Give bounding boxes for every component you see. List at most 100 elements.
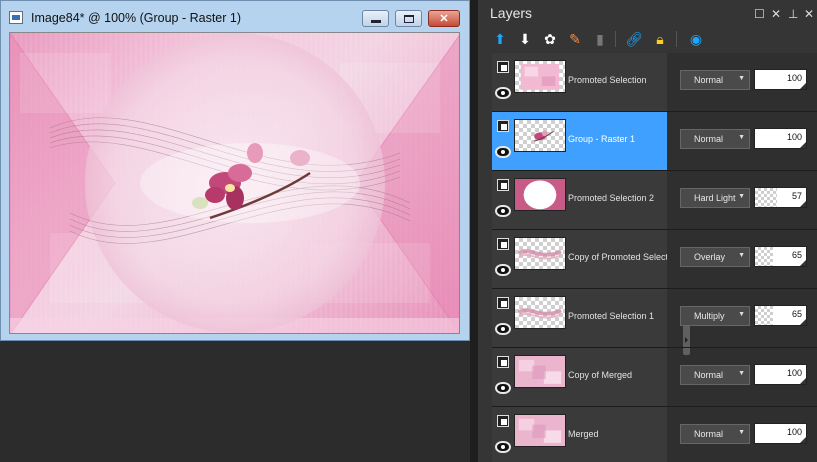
blend-mode-select[interactable]: Normal ▼ [680,424,750,444]
blend-mode-value: Overlay [694,252,726,262]
blend-mode-select[interactable]: Overlay ▼ [680,247,750,267]
opacity-value: 65 [791,309,802,319]
layer-row[interactable]: Promoted Selection Normal ▼ 100 [492,53,817,112]
opacity-slider[interactable]: 100 [754,364,807,385]
image-canvas[interactable] [9,32,460,334]
layers-panel[interactable]: Layers ☐ ✕ ⊥ ✕ ⬆ ⬇ ✿ ✎ ▮ 🔗︎ 🔒︎ ◉ Promote… [478,0,817,462]
lock-icon[interactable]: 🔒︎ [650,28,670,50]
layer-lock-toggle-icon[interactable] [497,61,509,73]
layers-list[interactable]: Promoted Selection Normal ▼ 100 Group - … [492,53,817,462]
eye-icon[interactable] [495,205,511,217]
eye-icon[interactable] [495,323,511,335]
edit-selection-icon[interactable]: ✎ [565,28,585,50]
layer-row[interactable]: Copy of Promoted Selection Overlay ▼ 65 [492,230,817,289]
layers-panel-header[interactable]: Layers ☐ ✕ ⊥ ✕ [478,0,817,28]
opacity-corner-icon [800,319,806,325]
layer-thumbnail [514,296,566,329]
new-raster-layer-icon[interactable]: ⬆ [490,28,510,50]
eye-icon[interactable] [495,264,511,276]
layer-row[interactable]: Promoted Selection 1 Multiply ▼ 65 [492,289,817,348]
layer-thumbnail [514,60,566,93]
maximize-button[interactable] [395,10,422,27]
layer-name: Copy of Promoted Selection [568,252,667,262]
window-icon[interactable]: ☐ [754,7,765,21]
layer-item[interactable]: Promoted Selection [492,53,667,111]
eye-icon[interactable] [495,441,511,453]
panel-close-icon[interactable]: ✕ [804,7,814,21]
opacity-slider[interactable]: 100 [754,128,807,149]
layer-item[interactable]: Promoted Selection 2 [492,171,667,229]
layer-row[interactable]: Promoted Selection 2 Hard Light ▼ 57 [492,171,817,230]
blend-mode-value: Normal [694,75,724,85]
layer-visibility-icon[interactable]: ◉ [686,28,706,50]
new-vector-layer-icon[interactable]: ⬇ [515,28,535,50]
opacity-corner-icon [800,83,806,89]
layer-name: Promoted Selection 2 [568,193,655,203]
image-window-titlebar[interactable]: Image84* @ 100% (Group - Raster 1) ✕ [1,1,469,31]
layer-row[interactable]: Merged Normal ▼ 100 [492,407,817,462]
chevron-down-icon: ▼ [738,429,745,436]
opacity-value: 100 [786,368,802,378]
blend-mode-select[interactable]: Hard Light ▼ [680,188,750,208]
document-icon [9,11,23,24]
blend-mode-select[interactable]: Normal ▼ [680,129,750,149]
layer-item[interactable]: Copy of Promoted Selection [492,230,667,288]
layer-item[interactable]: Copy of Merged [492,348,667,406]
delete-layer-icon[interactable]: ▮ [590,28,610,50]
blend-mode-select[interactable]: Multiply ▼ [680,306,750,326]
layer-name: Promoted Selection [568,75,647,85]
layer-thumbnail [514,414,566,447]
opacity-corner-icon [800,437,806,443]
eye-icon[interactable] [495,146,511,158]
chevron-down-icon: ▼ [738,370,745,377]
new-adjustment-layer-icon[interactable]: ✿ [540,28,560,50]
layer-lock-toggle-icon[interactable] [497,120,509,132]
pin-icon[interactable]: ⊥ [788,7,798,21]
minimize-icon [370,20,381,23]
eye-icon[interactable] [495,382,511,394]
layer-row[interactable]: Group - Raster 1 Normal ▼ 100 [492,112,817,171]
layer-lock-toggle-icon[interactable] [497,297,509,309]
opacity-slider[interactable]: 65 [754,305,807,326]
layer-name: Group - Raster 1 [568,134,636,144]
opacity-slider[interactable]: 65 [754,246,807,267]
layers-panel-title: Layers [490,5,533,21]
opacity-slider[interactable]: 100 [754,69,807,90]
layer-lock-toggle-icon[interactable] [497,179,509,191]
opacity-corner-icon [800,260,806,266]
close-button[interactable]: ✕ [428,10,460,27]
close-icon[interactable]: ✕ [771,7,781,21]
opacity-corner-icon [800,378,806,384]
minimize-button[interactable] [362,10,389,27]
panel-divider [470,0,478,462]
blend-mode-select[interactable]: Normal ▼ [680,70,750,90]
layer-item[interactable]: Promoted Selection 1 [492,289,667,347]
image-window[interactable]: Image84* @ 100% (Group - Raster 1) ✕ [0,0,470,341]
blend-mode-value: Normal [694,370,724,380]
layer-item[interactable]: Group - Raster 1 [492,112,667,170]
toolbar-separator [676,31,677,47]
chevron-down-icon: ▼ [738,311,745,318]
layer-lock-toggle-icon[interactable] [497,415,509,427]
blend-mode-value: Hard Light [694,193,736,203]
toolbar-separator [615,31,616,47]
link-icon[interactable]: 🔗︎ [624,28,644,50]
opacity-slider[interactable]: 100 [754,423,807,444]
layer-thumbnail [514,355,566,388]
layer-lock-toggle-icon[interactable] [497,356,509,368]
opacity-value: 57 [791,191,802,201]
opacity-slider[interactable]: 57 [754,187,807,208]
eye-icon[interactable] [495,87,511,99]
opacity-value: 100 [786,73,802,83]
image-window-title: Image84* @ 100% (Group - Raster 1) [31,11,242,25]
layer-thumbnail [514,237,566,270]
chevron-down-icon: ▼ [738,75,745,82]
layer-row[interactable]: Copy of Merged Normal ▼ 100 [492,348,817,407]
close-icon: ✕ [439,13,449,25]
blend-mode-select[interactable]: Normal ▼ [680,365,750,385]
layer-name: Copy of Merged [568,370,633,380]
blend-mode-value: Normal [694,429,724,439]
layer-item[interactable]: Merged [492,407,667,462]
opacity-corner-icon [800,201,806,207]
layer-lock-toggle-icon[interactable] [497,238,509,250]
